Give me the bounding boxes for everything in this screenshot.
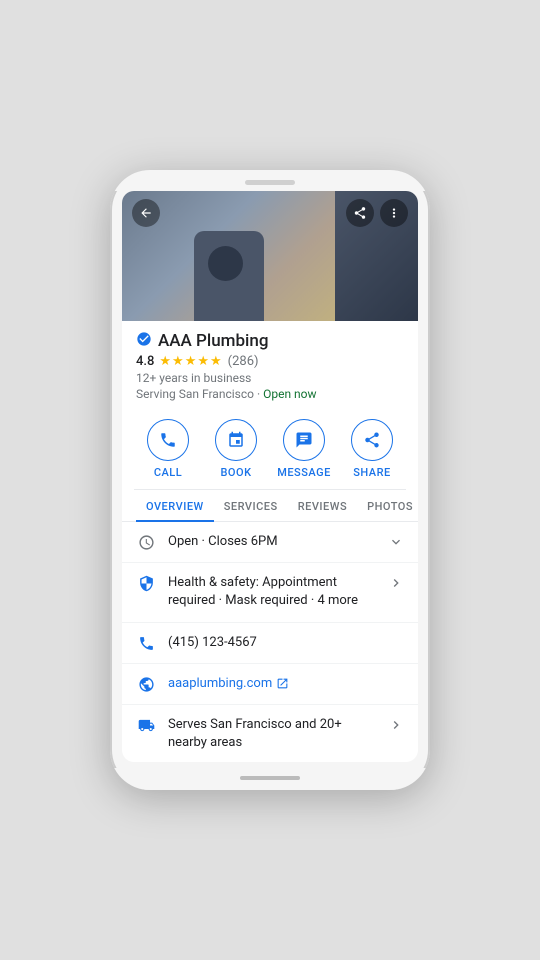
book-icon-circle	[215, 419, 257, 461]
clock-icon	[136, 534, 156, 551]
years-in-business: 12+ years in business	[136, 371, 404, 385]
share-action-icon	[363, 431, 381, 449]
hours-expand-icon	[388, 533, 404, 550]
shield-icon	[136, 575, 156, 592]
tab-services[interactable]: SERVICES	[214, 490, 288, 521]
call-button[interactable]: CALL	[141, 419, 196, 479]
hero-navigation	[122, 191, 418, 235]
health-safety-text: Health & safety: Appointment required · …	[168, 574, 376, 610]
open-status: Open now	[263, 387, 316, 401]
calendar-icon	[227, 431, 245, 449]
share-action-button[interactable]: SHARE	[345, 419, 400, 479]
phone-bottom-bar	[110, 768, 430, 790]
review-count: (286)	[228, 354, 259, 369]
rating-number: 4.8	[136, 354, 154, 369]
business-name-row: AAA Plumbing	[136, 331, 404, 351]
message-label: MESSAGE	[277, 466, 331, 479]
verified-checkmark-icon	[136, 331, 152, 347]
message-icon	[295, 431, 313, 449]
book-label: BOOK	[220, 466, 251, 479]
truck-icon	[136, 717, 156, 734]
phone-top-bar	[110, 170, 430, 191]
stars: ★★★★★	[159, 354, 222, 369]
phone-screen: AAA Plumbing 4.8 ★★★★★ (286) 12+ years i…	[122, 191, 418, 762]
hero-image	[122, 191, 418, 321]
content-area: AAA Plumbing 4.8 ★★★★★ (286) 12+ years i…	[122, 321, 418, 762]
share-button[interactable]	[346, 199, 374, 227]
message-button[interactable]: MESSAGE	[277, 419, 332, 479]
phone-number-icon	[136, 635, 156, 652]
phone-number-text: (415) 123-4567	[168, 634, 404, 652]
globe-icon	[136, 676, 156, 693]
home-indicator	[240, 776, 300, 780]
service-area-text: Serves San Francisco and 20+ nearby area…	[168, 716, 376, 752]
hero-btn-group	[346, 199, 408, 227]
serving-location: Serving San Francisco	[136, 387, 254, 401]
website-text: aaaplumbing.com	[168, 675, 404, 693]
tab-overview[interactable]: OVERVIEW	[136, 490, 214, 521]
hours-text: Open · Closes 6PM	[168, 533, 376, 551]
share-label: SHARE	[353, 466, 391, 479]
book-button[interactable]: BOOK	[209, 419, 264, 479]
verified-icon	[136, 331, 152, 351]
health-safety-row[interactable]: Health & safety: Appointment required · …	[122, 563, 418, 622]
message-icon-circle	[283, 419, 325, 461]
speaker	[245, 180, 295, 185]
health-chevron-icon	[388, 574, 404, 591]
back-button[interactable]	[132, 199, 160, 227]
hours-row[interactable]: Open · Closes 6PM	[122, 522, 418, 563]
call-icon-circle	[147, 419, 189, 461]
external-link-icon	[276, 677, 289, 690]
info-list: Open · Closes 6PM Health & safety: A	[122, 522, 418, 762]
website-row[interactable]: aaaplumbing.com	[122, 664, 418, 705]
business-name: AAA Plumbing	[158, 331, 268, 351]
phone-frame: AAA Plumbing 4.8 ★★★★★ (286) 12+ years i…	[110, 170, 430, 790]
phone-icon	[159, 431, 177, 449]
service-area-chevron-icon	[388, 716, 404, 733]
action-buttons: CALL BOOK	[134, 411, 406, 490]
share-action-icon-circle	[351, 419, 393, 461]
more-icon	[387, 206, 401, 220]
service-area-row[interactable]: Serves San Francisco and 20+ nearby area…	[122, 705, 418, 762]
rating-row: 4.8 ★★★★★ (286)	[136, 354, 404, 369]
call-label: CALL	[154, 466, 182, 479]
share-icon	[353, 206, 367, 220]
location-status-row: Serving San Francisco · Open now	[136, 387, 404, 401]
tab-photos[interactable]: PHOTOS	[357, 490, 418, 521]
tabs-bar: OVERVIEW SERVICES REVIEWS PHOTOS	[122, 490, 418, 522]
tab-reviews[interactable]: REVIEWS	[288, 490, 357, 521]
back-icon	[139, 206, 153, 220]
phone-number-row[interactable]: (415) 123-4567	[122, 623, 418, 664]
more-button[interactable]	[380, 199, 408, 227]
